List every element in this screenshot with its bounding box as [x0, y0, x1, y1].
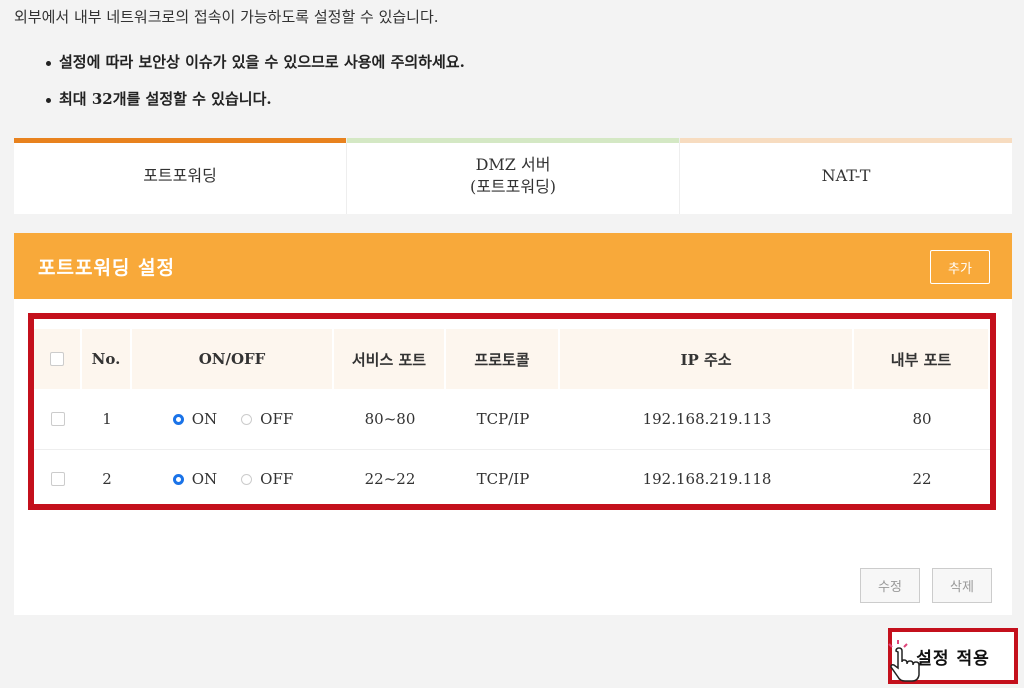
tab-label-line2: (포트포워딩) [469, 177, 557, 196]
rules-table: No. ON/OFF 서비스 포트 프로토콜 IP 주소 내부 포트 1 ON … [28, 313, 996, 510]
tab-nat-t[interactable]: NAT-T [680, 138, 1012, 214]
edit-button[interactable]: 수정 [860, 568, 920, 603]
table-row: 1 ON OFF 80~80 TCP/IP 192.168.219.113 80 [34, 389, 990, 450]
radio-empty-icon [241, 413, 253, 425]
tab-indicator [14, 138, 346, 143]
radio-on-label: ON [191, 470, 218, 488]
tab-label: NAT-T [821, 166, 871, 185]
section-header: 포트포워딩 설정 추가 [14, 233, 1012, 299]
tab-indicator [680, 138, 1012, 143]
row-checkbox[interactable] [51, 472, 65, 486]
row-actions: 수정 삭제 [860, 568, 992, 603]
bullet-icon [46, 97, 51, 103]
bullet-icon [46, 60, 51, 66]
note-text: 최대 32개를 설정할 수 있습니다. [59, 90, 272, 108]
note-item: 최대 32개를 설정할 수 있습니다. [46, 87, 465, 124]
header-checkbox-cell [34, 329, 82, 389]
radio-off[interactable]: OFF [241, 410, 293, 428]
header-protocol: 프로토콜 [446, 329, 560, 389]
row-onoff: ON OFF [132, 450, 334, 508]
hand-cursor-icon [888, 640, 920, 682]
tab-indicator [347, 138, 679, 143]
row-checkbox-cell [34, 450, 82, 508]
tab-port-forwarding[interactable]: 포트포워딩 [14, 138, 347, 214]
tab-dmz-server[interactable]: DMZ 서버 (포트포워딩) [347, 138, 680, 214]
tab-label: DMZ 서버 (포트포워딩) [470, 154, 556, 198]
row-checkbox[interactable] [51, 412, 65, 426]
row-no: 1 [102, 410, 112, 428]
header-onoff: ON/OFF [132, 329, 334, 389]
select-all-checkbox[interactable] [50, 352, 64, 366]
row-protocol: TCP/IP [476, 470, 530, 488]
radio-empty-icon [241, 473, 253, 485]
section-title: 포트포워딩 설정 [38, 257, 175, 279]
radio-on[interactable]: ON [172, 410, 218, 428]
row-ip: 192.168.219.113 [642, 410, 772, 428]
add-button[interactable]: 추가 [930, 250, 990, 284]
header-service-port: 서비스 포트 [334, 329, 446, 389]
note-text: 설정에 따라 보안상 이슈가 있을 수 있으므로 사용에 주의하세요. [59, 53, 465, 71]
header-internal-port: 내부 포트 [854, 329, 990, 389]
row-internal-port: 22 [912, 470, 932, 488]
tab-label: 포트포워딩 [143, 166, 217, 185]
port-forwarding-section: 포트포워딩 설정 추가 No. ON/OFF 서비스 포트 프로토콜 IP 주소… [14, 233, 1012, 615]
row-protocol: TCP/IP [476, 410, 530, 428]
header-ip: IP 주소 [560, 329, 854, 389]
radio-on[interactable]: ON [172, 470, 218, 488]
notes-list: 설정에 따라 보안상 이슈가 있을 수 있으므로 사용에 주의하세요. 최대 3… [46, 50, 465, 124]
intro-text: 외부에서 내부 네트워크로의 접속이 가능하도록 설정할 수 있습니다. [14, 8, 439, 26]
tab-bar: 포트포워딩 DMZ 서버 (포트포워딩) NAT-T [14, 138, 1012, 214]
note-item: 설정에 따라 보안상 이슈가 있을 수 있으므로 사용에 주의하세요. [46, 50, 465, 87]
header-no: No. [82, 329, 132, 389]
table-header-row: No. ON/OFF 서비스 포트 프로토콜 IP 주소 내부 포트 [34, 329, 990, 389]
row-service-port: 80~80 [364, 410, 416, 428]
radio-on-label: ON [191, 410, 218, 428]
tab-label-line1: DMZ 서버 [475, 155, 551, 174]
row-internal-port: 80 [912, 410, 932, 428]
row-checkbox-cell [34, 389, 82, 449]
radio-off[interactable]: OFF [241, 470, 293, 488]
radio-off-label: OFF [260, 410, 294, 428]
table-row: 2 ON OFF 22~22 TCP/IP 192.168.219.118 22 [34, 450, 990, 508]
row-no: 2 [102, 470, 112, 488]
row-onoff: ON OFF [132, 389, 334, 449]
row-ip: 192.168.219.118 [642, 470, 772, 488]
radio-selected-icon [172, 473, 184, 485]
radio-off-label: OFF [260, 470, 294, 488]
radio-selected-icon [172, 413, 184, 425]
row-service-port: 22~22 [364, 470, 416, 488]
delete-button[interactable]: 삭제 [932, 568, 992, 603]
